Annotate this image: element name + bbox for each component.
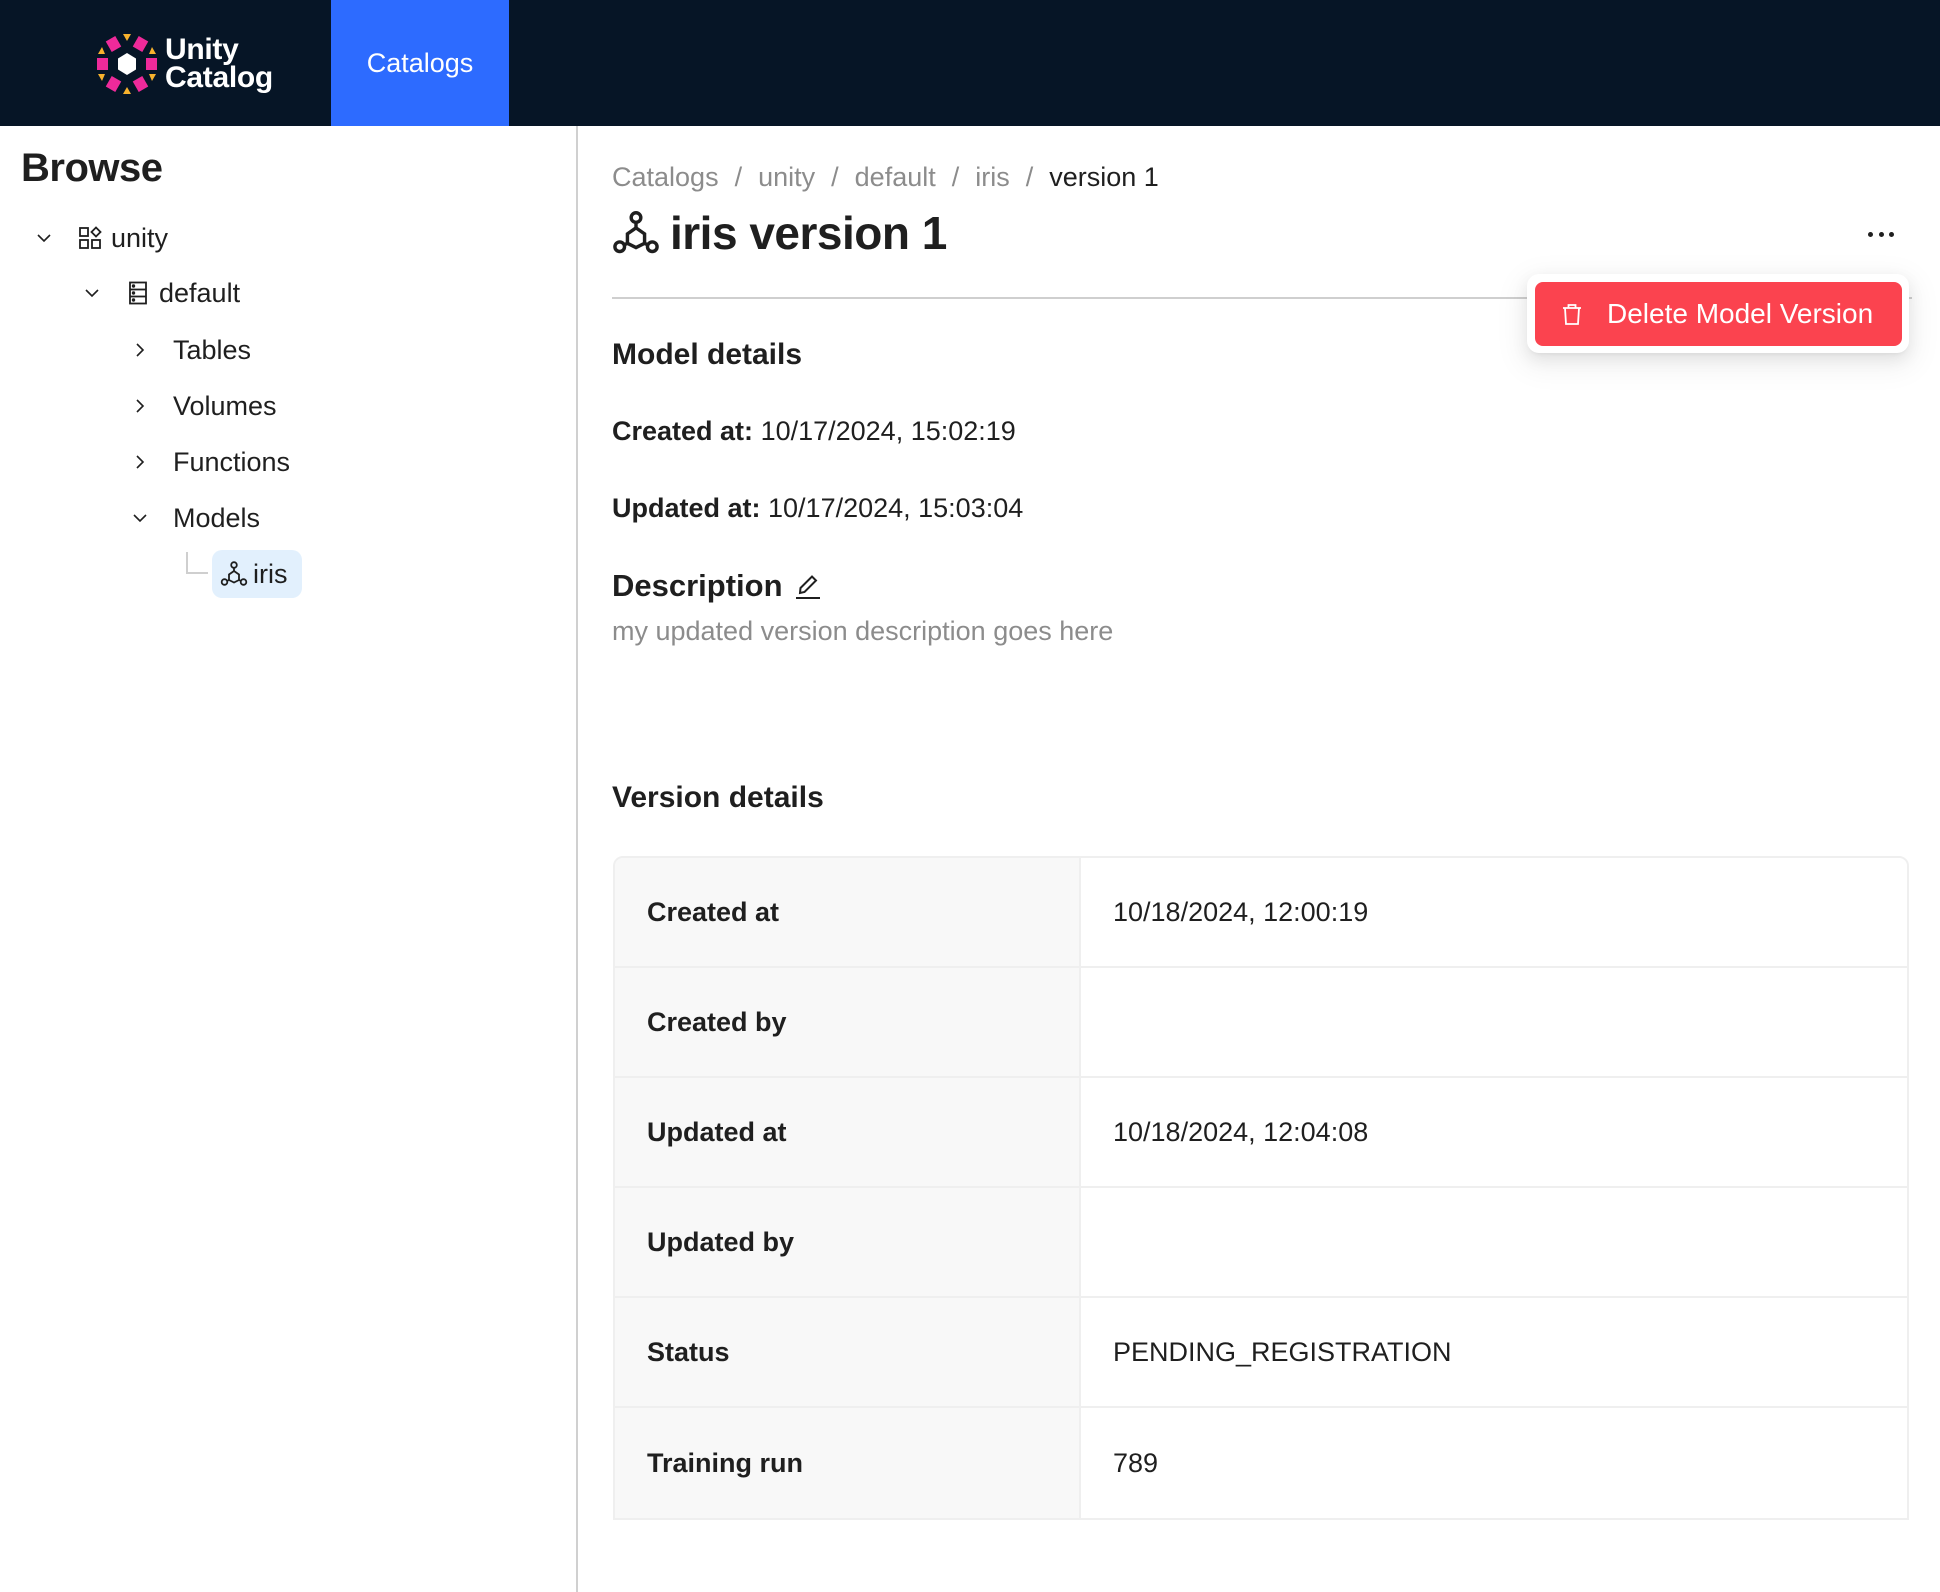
logo-text: Unity Catalog [165,33,273,94]
ellipsis-icon [1878,231,1884,237]
nav-tab-catalogs[interactable]: Catalogs [331,0,509,126]
unity-catalog-logo[interactable]: Unity Catalog [95,32,273,96]
row-value: 789 [1081,1408,1907,1518]
model-details-title: Model details [612,338,803,371]
pencil-icon[interactable] [793,571,823,601]
table-row: Created by [615,968,1907,1078]
version-details-table: Created at 10/18/2024, 12:00:19 Created … [613,856,1909,1520]
table-row: Updated by [615,1188,1907,1298]
breadcrumb-unity[interactable]: unity [758,162,815,193]
breadcrumb-catalogs[interactable]: Catalogs [612,162,719,193]
delete-model-version-button[interactable]: Delete Model Version [1535,282,1902,346]
model-icon [613,211,659,254]
tree-item-label: iris [253,558,288,589]
logo-text-line1: Unity [165,33,239,66]
tree-item-label: default [159,277,241,308]
trash-icon [1563,304,1581,325]
schema-icon [125,280,151,306]
page-title: iris version 1 [612,206,947,260]
table-row: Training run 789 [615,1408,1907,1518]
page-title-text: iris version 1 [670,207,947,259]
model-created-at: Created at: 10/17/2024, 15:02:19 [612,416,1016,447]
table-row: Status PENDING_REGISTRATION [615,1298,1907,1408]
row-label: Created at [615,858,1081,966]
logo-text-line2: Catalog [165,61,273,94]
description-title-text: Description [612,568,783,603]
description-title: Description [612,568,823,604]
sidebar-title: Browse [21,146,163,190]
row-label: Status [615,1298,1081,1406]
chevron-right-icon[interactable] [129,451,151,473]
tree-item-label: Volumes [173,390,277,421]
tree-item-label: Tables [173,334,252,365]
tree-item-unity[interactable]: unity [33,216,168,260]
chevron-down-icon[interactable] [81,282,103,304]
row-label: Created by [615,968,1081,1076]
table-row: Created at 10/18/2024, 12:00:19 [615,858,1907,968]
breadcrumb-current: version 1 [1049,162,1159,192]
model-created-at-label: Created at: [612,416,754,446]
model-updated-at: Updated at: 10/17/2024, 15:03:04 [612,493,1023,524]
breadcrumb-separator: / [951,162,960,192]
tree-item-iris[interactable]: iris [212,550,302,598]
ellipsis-icon [1889,231,1894,237]
row-value: 10/18/2024, 12:00:19 [1081,858,1907,966]
chevron-down-icon[interactable] [129,507,151,529]
breadcrumb-separator: / [1025,162,1034,192]
breadcrumb-default[interactable]: default [855,162,936,193]
top-navigation-bar: Unity Catalog Catalogs [0,0,1940,126]
sidebar: Browse unity default Tables Volumes Func… [0,126,578,1592]
tree-connector-line [186,552,208,574]
more-options-dropdown: Delete Model Version [1527,274,1909,353]
row-value [1081,968,1907,1076]
row-value [1081,1188,1907,1296]
chevron-right-icon[interactable] [129,395,151,417]
row-value: PENDING_REGISTRATION [1081,1298,1907,1406]
breadcrumb-iris[interactable]: iris [975,162,1010,193]
row-label: Training run [615,1408,1081,1518]
tree-item-functions[interactable]: Functions [129,440,290,484]
ellipsis-icon [1868,231,1873,237]
row-label: Updated by [615,1188,1081,1296]
version-details-title: Version details [612,781,824,814]
row-value: 10/18/2024, 12:04:08 [1081,1078,1907,1186]
breadcrumb-separator: / [831,162,839,192]
tree-item-models[interactable]: Models [129,496,260,540]
unity-catalog-logo-icon [97,34,157,94]
table-row: Updated at 10/18/2024, 12:04:08 [615,1078,1907,1188]
more-options-button[interactable] [1864,222,1898,246]
tree-item-default[interactable]: default [81,271,240,315]
tree-item-label: Functions [173,446,291,477]
model-updated-at-label: Updated at: [612,493,761,523]
catalog-icon [77,225,103,251]
description-text: my updated version description goes here [612,616,1114,646]
model-icon [220,561,248,586]
model-updated-at-value: 10/17/2024, 15:03:04 [768,493,1024,523]
chevron-right-icon[interactable] [129,339,151,361]
chevron-down-icon[interactable] [33,227,55,249]
breadcrumb: Catalogs / unity / default / iris / vers… [612,162,1159,193]
row-label: Updated at [615,1078,1081,1186]
tree-item-label: unity [111,222,169,253]
delete-model-version-label: Delete Model Version [1607,298,1874,329]
model-created-at-value: 10/17/2024, 15:02:19 [760,416,1016,446]
tree-item-volumes[interactable]: Volumes [129,384,277,428]
breadcrumb-separator: / [734,162,743,192]
tree-item-label: Models [173,502,261,533]
tree-item-tables[interactable]: Tables [129,328,251,372]
